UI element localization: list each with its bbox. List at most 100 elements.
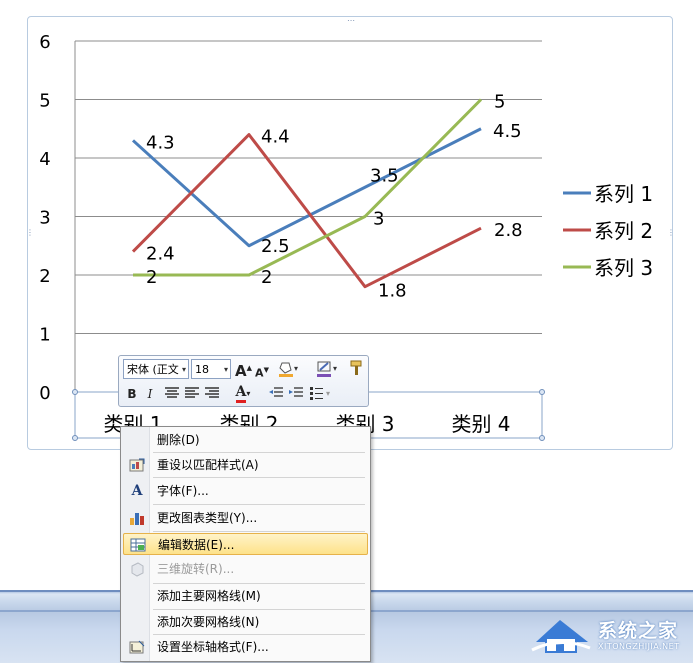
- align-right-icon: [205, 387, 219, 398]
- legend-label: 系列 1: [594, 182, 653, 206]
- chart-type-icon: [129, 510, 145, 526]
- data-label: 4.5: [493, 121, 522, 142]
- increase-indent-button[interactable]: [287, 385, 305, 406]
- menu-item-label: 添加主要网格线(M): [157, 589, 261, 603]
- font-size-select[interactable]: 18 ▾: [191, 359, 231, 379]
- menu-item-label: 添加次要网格线(N): [157, 615, 260, 629]
- menu-item-label: 更改图表类型(Y)...: [157, 511, 258, 525]
- menu-item-add-major-gridlines[interactable]: 添加主要网格线(M): [123, 585, 368, 607]
- font-color-label: A: [235, 384, 247, 403]
- menu-separator: [153, 452, 365, 453]
- selection-handle: [539, 389, 545, 395]
- align-right-button[interactable]: [203, 385, 221, 406]
- chevron-down-icon: ▾: [181, 365, 186, 374]
- menu-separator: [153, 583, 365, 584]
- italic-button[interactable]: I: [143, 385, 157, 403]
- shrink-font-button[interactable]: A▼: [255, 361, 269, 383]
- font-color-button[interactable]: A▾: [231, 383, 255, 403]
- edit-data-icon: [130, 537, 146, 553]
- decrease-indent-button[interactable]: [267, 385, 285, 406]
- menu-item-label: 编辑数据(E)...: [158, 538, 235, 552]
- data-label: 2.5: [261, 236, 290, 257]
- font-icon: A: [131, 483, 143, 499]
- menu-item-label: 三维旋转(R)...: [157, 562, 235, 576]
- data-label: 1.8: [378, 281, 407, 302]
- bold-button[interactable]: B: [125, 385, 139, 403]
- menu-item-change-chart-type[interactable]: 更改图表类型(Y)...: [123, 507, 368, 529]
- watermark-title: 系统之家: [598, 620, 679, 642]
- series-line: [131, 127, 482, 248]
- paint-bucket-icon: ▾: [279, 362, 298, 377]
- data-label: 4.3: [146, 132, 175, 153]
- menu-separator: [153, 477, 365, 478]
- data-label: 3.5: [370, 165, 399, 186]
- menu-item-edit-data[interactable]: 编辑数据(E)...: [123, 533, 368, 555]
- pen-outline-icon: ▾: [317, 361, 337, 377]
- resize-grip-icon: ⋮: [667, 228, 674, 237]
- menu-item-3d-rotation[interactable]: 三维旋转(R)...: [123, 558, 368, 580]
- data-label: 4.4: [261, 127, 290, 148]
- menu-item-label: 字体(F)...: [157, 484, 209, 498]
- y-tick-label: 5: [39, 91, 50, 112]
- y-tick-label: 1: [39, 325, 50, 346]
- align-center-button[interactable]: [163, 385, 181, 406]
- format-axis-icon: [129, 639, 145, 655]
- context-menu: 删除(D) 重设以匹配样式(A) A 字体(F)... 更改图表类型(Y)...…: [120, 426, 371, 662]
- menu-separator: [153, 609, 365, 610]
- selection-handle: [539, 435, 545, 441]
- menu-item-reset-style[interactable]: 重设以匹配样式(A): [123, 454, 368, 476]
- 3d-rotation-icon: [129, 561, 145, 577]
- data-label: 2: [146, 267, 157, 288]
- chevron-down-icon: ▾: [246, 389, 251, 398]
- grow-font-button[interactable]: A▲: [235, 359, 252, 380]
- menu-item-font[interactable]: A 字体(F)...: [123, 480, 368, 502]
- mini-toolbar: 宋体 (正文 ▾ 18 ▾ A▲ A▼ ▾ ▾ B I A▾ ▾: [118, 355, 369, 407]
- menu-separator: [153, 531, 365, 532]
- grow-font-label: A: [235, 362, 247, 380]
- resize-grip-icon: ⋯: [347, 17, 355, 25]
- svg-text:▾: ▾: [294, 364, 298, 373]
- reset-style-icon: [129, 457, 145, 473]
- data-label: 2.4: [146, 244, 175, 265]
- menu-separator: [153, 634, 365, 635]
- selection-handle: [72, 435, 78, 441]
- decrease-indent-icon: [269, 387, 283, 397]
- bullets-button[interactable]: ▾: [309, 385, 333, 406]
- data-label: 2: [261, 267, 272, 288]
- menu-item-add-minor-gridlines[interactable]: 添加次要网格线(N): [123, 611, 368, 633]
- fill-color-button[interactable]: ▾: [277, 359, 299, 382]
- align-left-icon: [185, 387, 199, 398]
- series-line: [131, 133, 482, 289]
- format-painter-button[interactable]: [347, 359, 365, 382]
- watermark-logo: 系统之家 XITONGZHIJIA.NET: [530, 612, 690, 660]
- increase-indent-icon: [289, 387, 303, 397]
- chevron-down-icon: ▾: [223, 365, 228, 374]
- selection-handle: [72, 389, 78, 395]
- data-label: 3: [373, 209, 384, 230]
- menu-item-format-axis[interactable]: 设置坐标轴格式(F)...: [123, 636, 368, 658]
- y-tick-label: 0: [39, 383, 50, 404]
- menu-separator: [153, 504, 365, 505]
- house-logo-icon: [531, 620, 591, 653]
- outline-color-button[interactable]: ▾: [315, 359, 339, 382]
- x-tick-label: 类别 4: [451, 412, 510, 436]
- y-tick-label: 2: [39, 266, 50, 287]
- font-name-select[interactable]: 宋体 (正文 ▾: [123, 359, 189, 379]
- align-left-button[interactable]: [183, 385, 201, 406]
- data-label: 5: [494, 92, 505, 113]
- resize-grip-icon: ⋮: [28, 228, 34, 237]
- font-size-value: 18: [195, 363, 209, 376]
- bullet-list-icon: ▾: [310, 387, 330, 400]
- menu-item-delete[interactable]: 删除(D): [123, 429, 368, 451]
- legend-label: 系列 3: [594, 256, 653, 280]
- brush-icon: [350, 360, 362, 375]
- data-label: 2.8: [494, 220, 523, 241]
- font-name-value: 宋体 (正文: [127, 363, 179, 376]
- y-tick-label: 4: [39, 149, 50, 170]
- menu-item-label: 设置坐标轴格式(F)...: [157, 640, 269, 654]
- y-tick-label: 6: [39, 32, 50, 53]
- menu-item-label: 删除(D): [157, 433, 200, 447]
- menu-item-label: 重设以匹配样式(A): [157, 458, 259, 472]
- align-center-icon: [165, 387, 179, 398]
- legend-label: 系列 2: [594, 219, 653, 243]
